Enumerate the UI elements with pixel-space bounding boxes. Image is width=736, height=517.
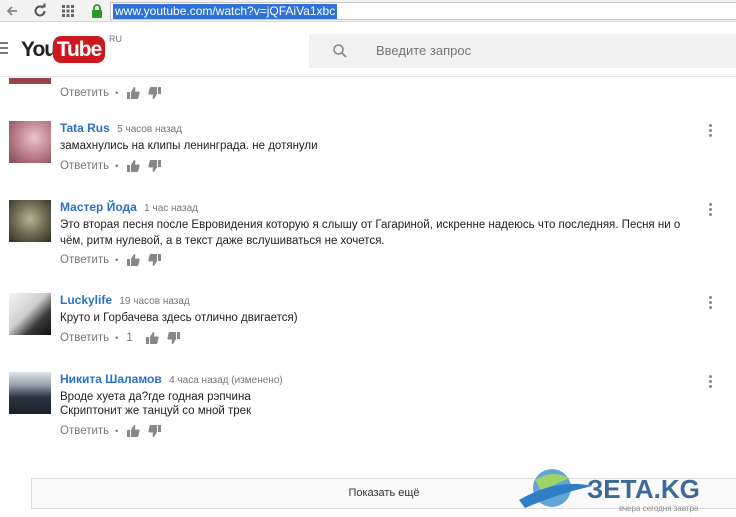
reply-button[interactable]: Ответить (60, 425, 109, 437)
back-arrow-icon[interactable] (4, 3, 20, 19)
comment-time[interactable]: 5 часов назад (117, 124, 182, 135)
comment-text: Это вторая песня после Евровидения котор… (60, 219, 681, 247)
logo-you-text: You (21, 38, 57, 61)
search-input[interactable]: Введите запрос (309, 34, 736, 68)
menu-icon[interactable] (0, 42, 8, 54)
comment-header: Мастер Йода 1 час назад (60, 200, 198, 214)
comment-author[interactable]: Tata Rus (60, 121, 110, 135)
comment-header: Tata Rus 5 часов назад (60, 121, 182, 135)
search-placeholder: Введите запрос (376, 43, 472, 58)
thumbs-up-icon[interactable] (126, 86, 140, 100)
comment-actions: Ответить • (60, 86, 170, 100)
more-options-icon[interactable] (708, 203, 714, 217)
comment-time[interactable]: 4 часа назад (изменено) (169, 375, 283, 386)
logo-tube-text: Tube (53, 36, 105, 63)
more-options-icon[interactable] (708, 375, 714, 389)
comment-author[interactable]: Никита Шаламов (60, 372, 162, 386)
like-count: 1 (126, 332, 133, 344)
more-options-icon[interactable] (708, 124, 714, 138)
comment-time[interactable]: 19 часов назад (119, 296, 189, 307)
comment-header: Никита Шаламов 4 часа назад (изменено) (60, 372, 283, 386)
reply-button[interactable]: Ответить (60, 332, 109, 344)
avatar[interactable] (9, 372, 51, 414)
reply-button[interactable]: Ответить (60, 160, 109, 172)
comment-header: Luckylife 19 часов назад (60, 293, 190, 307)
zeta-kg-watermark: ЗЕТА.KG вчера сегодня завтра (517, 464, 736, 517)
separator-dot: • (115, 333, 119, 343)
avatar[interactable] (9, 293, 51, 335)
comment-time[interactable]: 1 час назад (144, 203, 198, 214)
comment-author[interactable]: Мастер Йода (60, 200, 137, 214)
logo-region: RU (109, 34, 122, 44)
comment-author[interactable]: Luckylife (60, 293, 112, 307)
comment-text: Круто и Горбачева здесь отлично двигаетс… (60, 312, 298, 324)
thumbs-down-icon[interactable] (148, 159, 162, 173)
lock-icon (90, 3, 104, 19)
thumbs-down-icon[interactable] (167, 331, 181, 345)
watermark-tagline: вчера сегодня завтра (619, 504, 699, 513)
watermark-brand: ЗЕТА.KG (587, 474, 700, 504)
separator-dot: • (115, 255, 119, 265)
thumbs-up-icon[interactable] (145, 331, 159, 345)
separator-dot: • (115, 161, 119, 171)
comment-text: замахнулись на клипы ленинграда. не дотя… (60, 140, 318, 152)
thumbs-up-icon[interactable] (126, 424, 140, 438)
reply-button[interactable]: Ответить (60, 87, 109, 99)
comment-actions: Ответить • 1 (60, 331, 189, 345)
apps-grid-icon[interactable] (60, 3, 76, 19)
reload-icon[interactable] (32, 3, 48, 19)
url-text[interactable]: www.youtube.com/watch?v=jQFAiVa1xbc (113, 4, 338, 19)
thumbs-down-icon[interactable] (148, 253, 162, 267)
youtube-header: You Tube RU Введите запрос (0, 23, 736, 77)
avatar[interactable] (9, 121, 51, 163)
comment-actions: Ответить • (60, 253, 170, 267)
comment-actions: Ответить • (60, 159, 170, 173)
more-options-icon[interactable] (708, 296, 714, 310)
comment-text-line-2: Скриптонит же танцуй со мной трек (60, 405, 252, 417)
separator-dot: • (115, 88, 119, 98)
comments-section: Ответить • Tata Rus 5 часов назад замахн… (0, 78, 736, 517)
thumbs-down-icon[interactable] (148, 86, 162, 100)
address-bar[interactable]: www.youtube.com/watch?v=jQFAiVa1xbc (110, 2, 736, 20)
separator-dot: • (115, 426, 119, 436)
thumbs-up-icon[interactable] (126, 159, 140, 173)
reply-button[interactable]: Ответить (60, 254, 109, 266)
thumbs-down-icon[interactable] (148, 424, 162, 438)
thumbs-up-icon[interactable] (126, 253, 140, 267)
avatar[interactable] (9, 200, 51, 242)
search-icon[interactable] (332, 43, 348, 59)
avatar[interactable] (9, 78, 51, 84)
comment-actions: Ответить • (60, 424, 170, 438)
browser-toolbar: www.youtube.com/watch?v=jQFAiVa1xbc (0, 0, 736, 22)
